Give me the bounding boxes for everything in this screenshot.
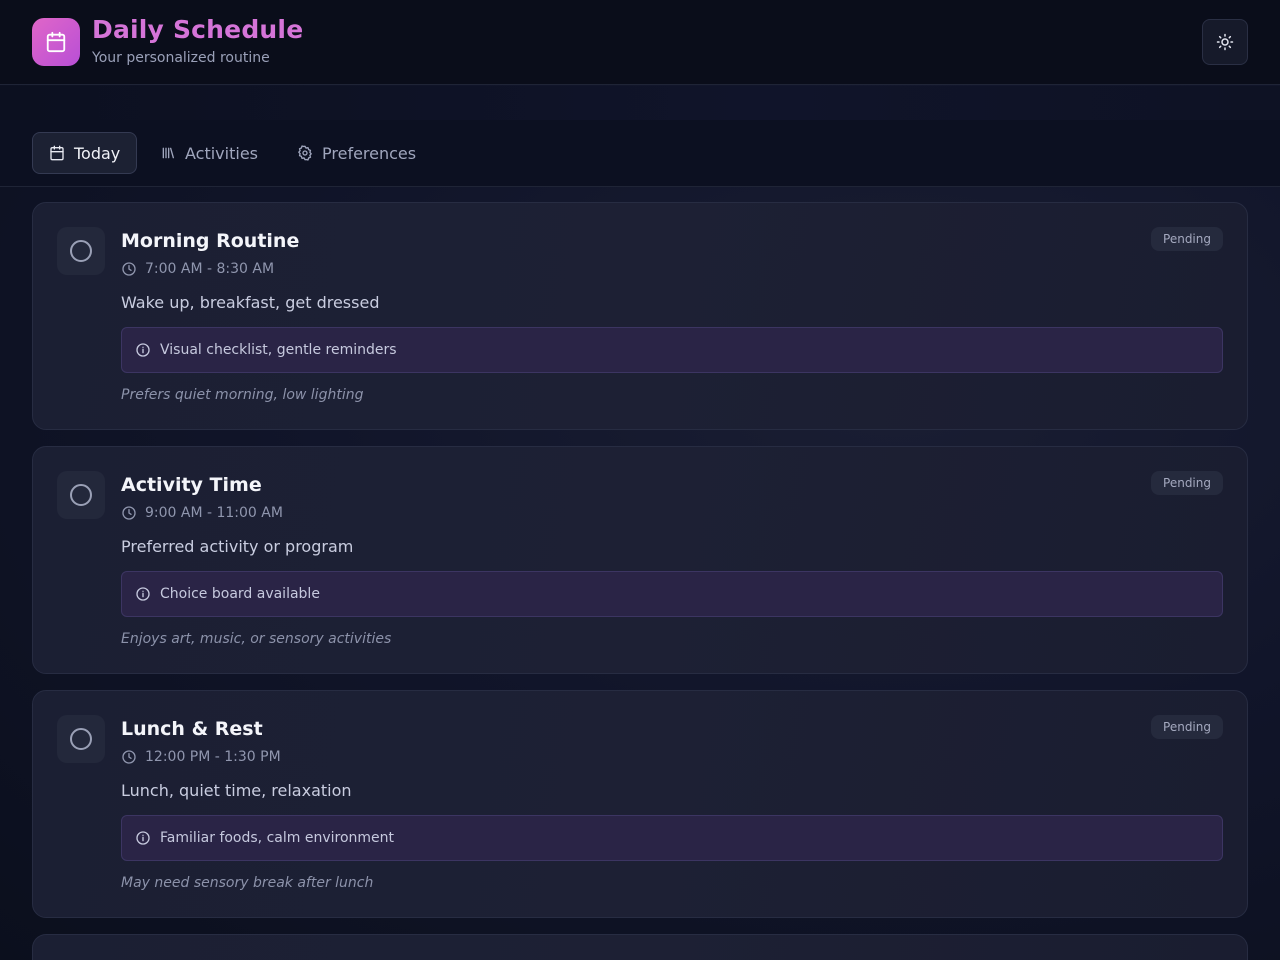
schedule-card: Lunch & Rest 12:00 PM - 1:30 PM Lunch, q… <box>32 690 1248 918</box>
info-icon <box>136 343 150 357</box>
clock-icon <box>122 750 136 764</box>
app-header: Daily Schedule Your personalized routine <box>0 0 1280 85</box>
schedule-card: Activity Time 9:00 AM - 11:00 AM Preferr… <box>32 446 1248 674</box>
circle-icon <box>70 728 92 750</box>
schedule-card <box>32 934 1248 960</box>
tab-activities[interactable]: Activities <box>144 132 274 174</box>
card-note: May need sensory break after lunch <box>121 875 374 891</box>
library-icon <box>162 147 174 159</box>
circle-icon <box>70 240 92 262</box>
card-description: Wake up, breakfast, get dressed <box>121 293 380 312</box>
card-time: 7:00 AM - 8:30 AM <box>121 261 274 277</box>
circle-icon <box>70 484 92 506</box>
status-badge: Pending <box>1151 227 1223 251</box>
support-box: Choice board available <box>121 571 1223 617</box>
theme-toggle-button[interactable] <box>1202 19 1248 65</box>
support-box: Familiar foods, calm environment <box>121 815 1223 861</box>
card-note: Enjoys art, music, or sensory activities <box>121 631 392 647</box>
card-note: Prefers quiet morning, low lighting <box>121 387 364 403</box>
tab-preferences[interactable]: Preferences <box>281 132 432 174</box>
calendar-icon <box>50 145 64 161</box>
app-logo <box>32 18 80 66</box>
app-title: Daily Schedule <box>92 15 304 44</box>
support-text: Familiar foods, calm environment <box>160 830 394 846</box>
card-description: Preferred activity or program <box>121 537 354 556</box>
status-badge: Pending <box>1151 715 1223 739</box>
card-time: 9:00 AM - 11:00 AM <box>121 505 283 521</box>
support-box: Visual checklist, gentle reminders <box>121 327 1223 373</box>
info-icon <box>136 831 150 845</box>
tab-label: Preferences <box>322 143 417 163</box>
support-text: Choice board available <box>160 586 320 602</box>
schedule-card: Morning Routine 7:00 AM - 8:30 AM Wake u… <box>32 202 1248 430</box>
clock-icon <box>122 262 136 276</box>
sun-icon <box>1216 33 1234 51</box>
calendar-icon <box>46 31 66 53</box>
tab-label: Activities <box>185 143 258 163</box>
card-title: Activity Time <box>121 474 262 496</box>
complete-checkbox[interactable] <box>57 471 105 519</box>
card-title: Morning Routine <box>121 230 300 252</box>
gear-icon <box>298 145 312 161</box>
tab-label: Today <box>74 143 121 163</box>
header-divider-strip <box>0 86 1280 120</box>
card-title: Lunch & Rest <box>121 718 263 740</box>
app-subtitle: Your personalized routine <box>92 50 270 66</box>
status-badge: Pending <box>1151 471 1223 495</box>
complete-checkbox[interactable] <box>57 227 105 275</box>
card-time-text: 7:00 AM - 8:30 AM <box>145 261 275 277</box>
support-text: Visual checklist, gentle reminders <box>160 342 397 358</box>
card-time-text: 9:00 AM - 11:00 AM <box>145 505 283 521</box>
card-time: 12:00 PM - 1:30 PM <box>121 749 281 765</box>
card-description: Lunch, quiet time, relaxation <box>121 781 352 800</box>
card-time-text: 12:00 PM - 1:30 PM <box>145 749 281 765</box>
complete-checkbox[interactable] <box>57 715 105 763</box>
tab-bar: Today Activities Preferences <box>0 120 1280 187</box>
tab-today[interactable]: Today <box>32 132 138 174</box>
clock-icon <box>122 506 136 520</box>
info-icon <box>136 587 150 601</box>
